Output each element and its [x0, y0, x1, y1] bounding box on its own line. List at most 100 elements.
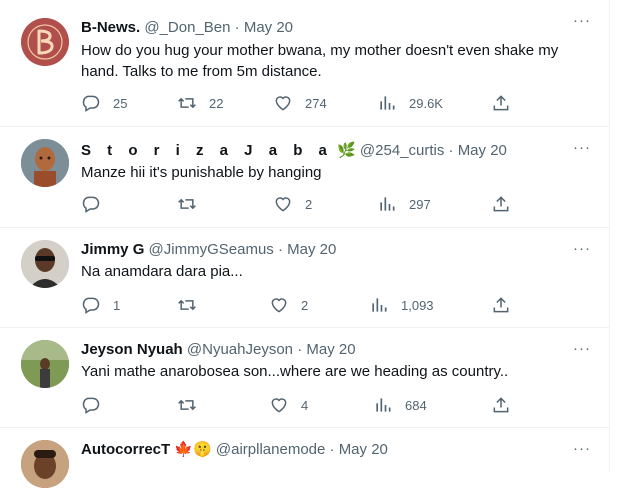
reply-icon	[82, 397, 100, 414]
share-icon	[493, 297, 509, 313]
more-options-button[interactable]: ···	[573, 340, 591, 357]
user-handle[interactable]: @airpllanemode	[216, 441, 325, 458]
tweet-date[interactable]: May 20	[287, 241, 336, 258]
tweet-header: Jeyson Nyuah @NyuahJeyson · May 20	[81, 340, 356, 360]
display-name[interactable]: B-News.	[81, 19, 140, 36]
display-name[interactable]: AutocorrecT	[81, 441, 170, 458]
tweet-text: Na anamdara dara pia...	[81, 263, 243, 280]
name-emoji: 🌿	[337, 142, 356, 159]
like-count: 2	[305, 196, 313, 212]
more-options-button[interactable]: ···	[573, 139, 591, 156]
tweet-header: AutocorrecT 🍁🤫 @airpllanemode · May 20	[81, 440, 388, 460]
reply-button[interactable]: 25	[81, 93, 127, 113]
like-count: 274	[305, 95, 327, 111]
avatar[interactable]	[21, 240, 69, 288]
like-count: 4	[301, 397, 309, 413]
heart-icon	[275, 197, 291, 212]
tweet-date[interactable]: May 20	[306, 341, 355, 358]
retweet-button[interactable]	[177, 194, 197, 214]
avatar[interactable]	[21, 340, 69, 388]
reply-count: 25	[113, 95, 128, 111]
view-count: 684	[405, 397, 427, 413]
separator: ·	[277, 241, 283, 258]
share-button[interactable]	[491, 194, 511, 214]
share-button[interactable]	[491, 295, 511, 315]
user-handle[interactable]: @254_curtis	[360, 142, 444, 159]
tweet[interactable]: B-News. @_Don_Ben · May 20 ··· How do yo…	[0, 0, 609, 127]
share-button[interactable]	[491, 395, 511, 415]
bar-chart-icon	[380, 96, 395, 110]
like-button[interactable]: 274	[273, 93, 327, 113]
like-button[interactable]: 2	[273, 194, 312, 214]
reply-icon	[82, 95, 100, 112]
heart-icon	[271, 398, 287, 413]
retweet-button[interactable]	[177, 395, 197, 415]
views-button[interactable]: 684	[373, 395, 427, 415]
name-emoji: 🍁🤫	[174, 441, 212, 458]
tweet-date[interactable]: May 20	[244, 19, 293, 36]
more-options-button[interactable]: ···	[573, 440, 591, 457]
tweet-header: S t o r i z a J a b a 🌿 @254_curtis · Ma…	[81, 141, 507, 161]
retweet-button[interactable]: 22	[177, 93, 223, 113]
retweet-icon	[178, 399, 196, 411]
share-icon	[493, 196, 509, 212]
reply-button[interactable]	[81, 395, 101, 415]
retweet-count: 22	[209, 95, 224, 111]
retweet-icon	[178, 299, 196, 311]
view-count: 29.6K	[409, 95, 443, 111]
avatar[interactable]	[21, 440, 69, 488]
tweet-actions: 4 684	[81, 395, 521, 415]
avatar-photo	[21, 139, 69, 187]
tweet-actions: 2 297	[81, 194, 521, 214]
separator: ·	[448, 142, 454, 159]
avatar-photo	[21, 440, 69, 488]
retweet-icon	[178, 198, 196, 210]
tweet[interactable]: Jeyson Nyuah @NyuahJeyson · May 20 ··· Y…	[0, 328, 609, 428]
avatar-photo	[21, 340, 69, 388]
tweet-actions: 1 2 1,093	[81, 295, 521, 315]
tweet-date[interactable]: May 20	[458, 142, 507, 159]
views-button[interactable]: 1,093	[369, 295, 434, 315]
more-options-button[interactable]: ···	[573, 240, 591, 257]
heart-icon	[271, 298, 287, 313]
user-handle[interactable]: @JimmyGSeamus	[149, 241, 274, 258]
views-button[interactable]: 29.6K	[377, 93, 443, 113]
share-icon	[493, 397, 509, 413]
user-handle[interactable]: @NyuahJeyson	[187, 341, 293, 358]
share-icon	[493, 95, 509, 111]
tweet-actions: 25 22 274 29.6K	[81, 93, 521, 113]
separator: ·	[329, 441, 335, 458]
tweet-date[interactable]: May 20	[339, 441, 388, 458]
avatar[interactable]	[21, 139, 69, 187]
reply-icon	[82, 196, 100, 213]
display-name[interactable]: S t o r i z a J a b a	[81, 142, 333, 159]
bar-chart-icon	[380, 197, 395, 211]
reply-button[interactable]: 1	[81, 295, 120, 315]
share-button[interactable]	[491, 93, 511, 113]
tweet[interactable]: AutocorrecT 🍁🤫 @airpllanemode · May 20 ·…	[0, 428, 609, 488]
bar-chart-icon	[372, 298, 387, 312]
tweet-header: B-News. @_Don_Ben · May 20	[81, 18, 293, 38]
user-handle[interactable]: @_Don_Ben	[144, 19, 230, 36]
tweet-text: How do you hug your mother bwana, my mot…	[81, 42, 559, 80]
display-name[interactable]: Jeyson Nyuah	[81, 341, 183, 358]
more-options-button[interactable]: ···	[573, 12, 591, 29]
like-button[interactable]: 2	[269, 295, 308, 315]
separator: ·	[297, 341, 303, 358]
tweet[interactable]: Jimmy G @JimmyGSeamus · May 20 ··· Na an…	[0, 228, 609, 328]
avatar-photo	[21, 240, 69, 288]
view-count: 1,093	[401, 297, 434, 313]
tweet[interactable]: S t o r i z a J a b a 🌿 @254_curtis · Ma…	[0, 127, 609, 228]
display-name[interactable]: Jimmy G	[81, 241, 144, 258]
separator: ·	[234, 19, 240, 36]
heart-icon	[275, 96, 291, 111]
tweet-text: Yani mathe anarobosea son...where are we…	[81, 363, 509, 380]
retweet-button[interactable]	[177, 295, 197, 315]
like-button[interactable]: 4	[269, 395, 308, 415]
reply-button[interactable]	[81, 194, 101, 214]
b-news-logo	[21, 18, 69, 66]
views-button[interactable]: 297	[377, 194, 431, 214]
like-count: 2	[301, 297, 309, 313]
reply-icon	[82, 297, 100, 314]
avatar[interactable]	[21, 18, 69, 66]
